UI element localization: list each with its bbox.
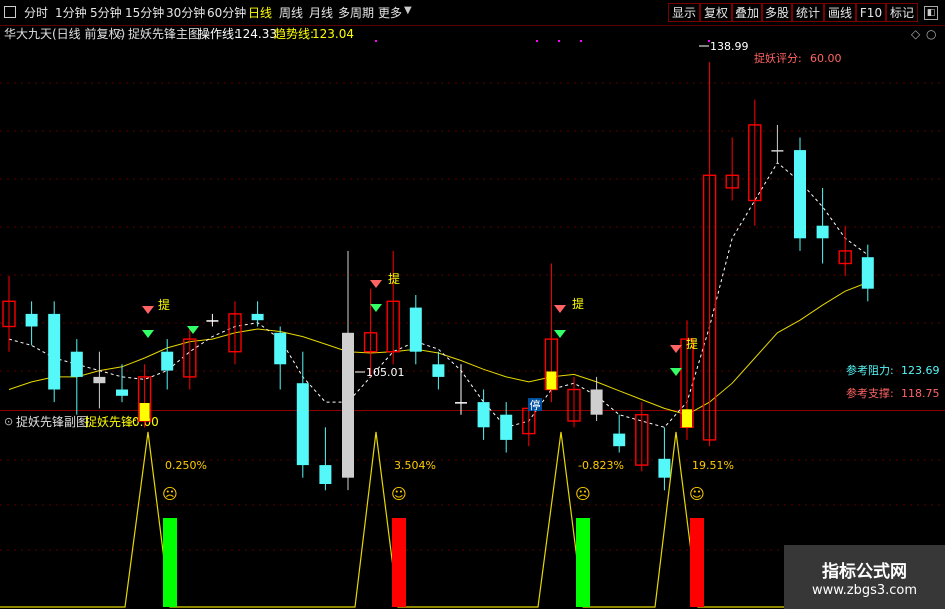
resistance-value: 123.69	[901, 364, 940, 377]
score-label: 捉妖评分:	[754, 51, 802, 65]
red-diamond-marker	[554, 305, 566, 313]
watermark: 指标公式网 www.zbgs3.com	[784, 545, 945, 609]
candle-body	[432, 364, 445, 377]
candle-body	[613, 433, 626, 447]
candle-body	[251, 313, 264, 321]
candle-body	[48, 313, 61, 390]
buy-marker-text: 提	[686, 336, 698, 351]
sub-face-icon: ☺	[689, 485, 705, 503]
support-value: 118.75	[901, 387, 940, 400]
candle-body	[70, 351, 83, 377]
red-diamond-marker	[142, 306, 154, 314]
buy-marker-text: 提	[388, 271, 400, 286]
green-diamond-marker	[670, 368, 682, 376]
sub-signal-label: -0.823%	[578, 459, 624, 472]
high-price-label: 138.99	[710, 40, 749, 53]
sub-signal-bar	[392, 518, 406, 607]
sub-signal-bar	[690, 518, 704, 607]
sub-signal-label: 19.51%	[692, 459, 734, 472]
candle-body	[296, 383, 309, 466]
sub-signal-label: 0.250%	[165, 459, 207, 472]
green-diamond-marker	[142, 330, 154, 338]
candle-body	[455, 402, 467, 404]
sub-face-icon: ☹	[575, 485, 591, 503]
candle-body	[274, 332, 287, 365]
red-diamond-marker	[670, 345, 682, 353]
support-label: 参考支撑:	[846, 386, 894, 400]
stop-marker-text: 停	[530, 398, 541, 412]
candle-body	[93, 376, 106, 384]
candle-body	[861, 257, 874, 289]
candle-body	[477, 402, 490, 428]
sub-face-icon: ☹	[162, 485, 178, 503]
candle-body	[206, 320, 219, 322]
sub-signal-label: 3.504%	[394, 459, 436, 472]
top-marker-dot	[558, 40, 560, 42]
buy-marker-text: 提	[158, 297, 170, 312]
candle-body	[816, 225, 829, 239]
candle-body	[590, 389, 603, 415]
signal-bar	[139, 403, 150, 421]
green-diamond-marker	[370, 304, 382, 312]
signal-bar	[546, 371, 557, 390]
trend-line	[8, 281, 868, 416]
candle-body	[409, 307, 422, 352]
top-marker-dot	[536, 40, 538, 42]
candle-body	[25, 313, 38, 327]
watermark-url: www.zbgs3.com	[811, 583, 918, 598]
candle-body	[342, 332, 354, 478]
sub-face-icon: ☺	[391, 485, 407, 503]
kline-chart[interactable]: 提提提提138.99105.01捉妖评分: 60.00参考阻力: 123.69参考支…	[0, 0, 945, 609]
score-value: 60.00	[810, 52, 842, 65]
green-diamond-marker	[187, 326, 199, 334]
buy-marker-text: 提	[572, 296, 584, 311]
watermark-title: 指标公式网	[822, 562, 907, 582]
candle-body	[771, 150, 784, 152]
candle-body	[116, 389, 128, 396]
candle-body	[500, 414, 513, 440]
red-diamond-marker	[370, 280, 382, 288]
resistance-label: 参考阻力:	[846, 363, 894, 377]
candle-body	[794, 150, 806, 239]
green-diamond-marker	[554, 330, 566, 338]
top-marker-dot	[580, 40, 582, 42]
signal-bar	[682, 409, 692, 428]
low-price-label: 105.01	[366, 366, 405, 379]
top-marker-dot	[375, 40, 377, 42]
sub-signal-bar	[163, 518, 177, 607]
candle-body	[319, 465, 332, 484]
sub-signal-bar	[576, 518, 590, 607]
candle-body	[658, 458, 671, 478]
candle-body	[161, 351, 174, 371]
